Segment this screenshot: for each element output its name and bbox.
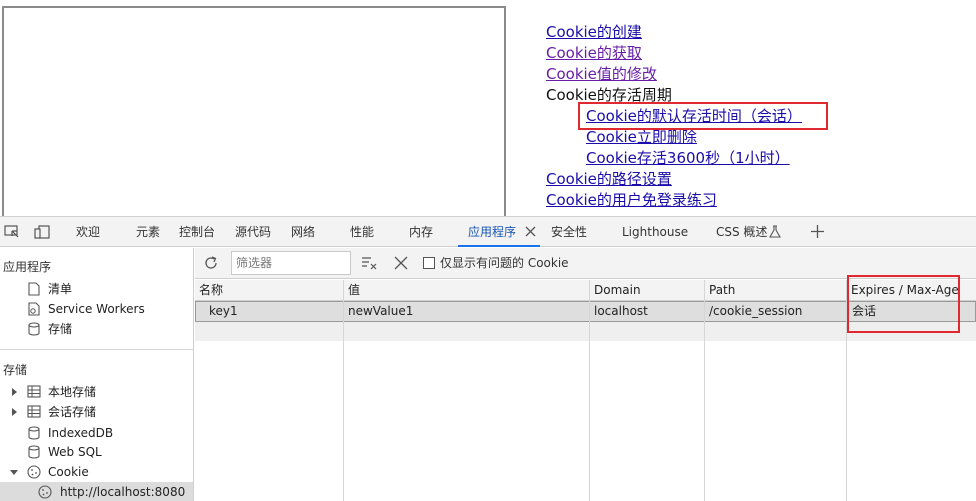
column-header-path[interactable]: Path	[705, 280, 735, 301]
tab-security[interactable]: 安全性	[551, 217, 587, 247]
database-icon	[28, 322, 40, 336]
tab-console[interactable]: 控制台	[179, 217, 215, 247]
devtools-tabbar: 欢迎 元素 控制台 源代码 网络 性能 内存 应用程序 安全性 Lighthou…	[0, 216, 976, 247]
sidebar-item-label: 本地存储	[48, 385, 97, 399]
tab-network[interactable]: 网络	[291, 217, 315, 247]
tab-css-overview[interactable]: CSS 概述	[716, 217, 767, 247]
sidebar-item-label: IndexedDB	[48, 426, 114, 440]
sidebar-item-storage[interactable]: 存储	[0, 319, 193, 339]
only-issues-checkbox[interactable]	[423, 257, 435, 269]
sidebar-item-cookie-origin[interactable]: http://localhost:8080	[0, 482, 193, 501]
cookie-icon	[38, 485, 52, 499]
refresh-icon[interactable]	[203, 255, 219, 271]
tab-application[interactable]: 应用程序	[468, 217, 516, 247]
cell-name: key1	[209, 304, 238, 318]
sidebar-item-label: http://localhost:8080	[60, 485, 186, 499]
filter-input[interactable]: 筛选器	[231, 251, 351, 275]
link-cookie-delete[interactable]: Cookie立即删除	[546, 127, 802, 148]
tab-welcome[interactable]: 欢迎	[76, 217, 100, 247]
database-icon	[28, 445, 40, 459]
tab-sources[interactable]: 源代码	[235, 217, 271, 247]
database-icon	[28, 426, 40, 440]
delete-all-icon[interactable]	[394, 256, 408, 270]
expand-arrow-icon[interactable]	[11, 408, 18, 416]
sidebar-item-cookie[interactable]: Cookie	[0, 462, 193, 482]
clear-filtered-icon[interactable]	[361, 256, 377, 270]
sidebar-item-manifest[interactable]: 清单	[0, 279, 193, 299]
more-tabs-plus-icon[interactable]	[810, 224, 825, 239]
column-header-value[interactable]: 值	[344, 280, 360, 301]
sidebar-item-label: Service Workers	[48, 302, 145, 316]
tab-performance[interactable]: 性能	[350, 217, 374, 247]
sidebar-section-application: 应用程序	[3, 260, 52, 274]
grid-table-icon	[27, 405, 41, 418]
link-cookie-path[interactable]: Cookie的路径设置	[546, 169, 802, 190]
sidebar-item-service-workers[interactable]: Service Workers	[0, 299, 193, 319]
link-cookie-modify[interactable]: Cookie值的修改	[546, 64, 802, 85]
sidebar-divider	[0, 349, 193, 350]
cell-domain: localhost	[594, 304, 648, 318]
sidebar-item-session-storage[interactable]: 会话存储	[0, 402, 193, 422]
link-cookie-login[interactable]: Cookie的用户免登录练习	[546, 190, 802, 211]
only-issues-label: 仅显示有问题的 Cookie	[440, 256, 569, 270]
application-sidebar: 应用程序 清单 Service Workers 存储 存储 本地存储 会话存储 …	[0, 248, 194, 501]
column-divider	[589, 280, 590, 501]
device-toolbar-icon[interactable]	[34, 225, 50, 239]
sidebar-item-label: Web SQL	[48, 445, 102, 459]
sidebar-item-label: 清单	[48, 282, 73, 296]
column-header-domain[interactable]: Domain	[590, 280, 641, 301]
column-divider	[704, 280, 705, 501]
grid-table-icon	[27, 385, 41, 398]
sidebar-item-local-storage[interactable]: 本地存储	[0, 382, 193, 402]
column-divider	[343, 280, 344, 501]
cell-path: /cookie_session	[709, 304, 803, 318]
highlight-box-link	[578, 102, 828, 130]
column-header-name[interactable]: 名称	[195, 280, 223, 301]
experiment-flask-icon	[769, 225, 781, 238]
collapse-arrow-icon[interactable]	[10, 469, 18, 476]
expand-arrow-icon[interactable]	[11, 388, 18, 396]
browser-window: Cookie的创建 Cookie的获取 Cookie值的修改 Cookie的存活…	[0, 0, 976, 501]
inspect-element-icon[interactable]	[4, 225, 20, 239]
file-icon	[28, 282, 40, 296]
cookie-icon	[27, 465, 41, 479]
close-tab-icon[interactable]	[525, 226, 536, 237]
link-cookie-create[interactable]: Cookie的创建	[546, 22, 802, 43]
sidebar-item-web-sql[interactable]: Web SQL	[0, 442, 193, 462]
link-cookie-get[interactable]: Cookie的获取	[546, 43, 802, 64]
highlight-box-expires	[847, 275, 960, 333]
embedded-frame	[2, 6, 506, 218]
sidebar-item-label: 会话存储	[48, 405, 97, 419]
active-tab-indicator	[458, 245, 540, 247]
sidebar-item-indexeddb[interactable]: IndexedDB	[0, 423, 193, 443]
tab-memory[interactable]: 内存	[409, 217, 433, 247]
tab-lighthouse[interactable]: Lighthouse	[622, 217, 688, 247]
tab-elements[interactable]: 元素	[136, 217, 160, 247]
gear-file-icon	[28, 302, 40, 316]
sidebar-item-label: 存储	[48, 322, 73, 336]
sidebar-section-storage: 存储	[3, 363, 28, 377]
cell-value: newValue1	[348, 304, 414, 318]
sidebar-item-label: Cookie	[48, 465, 89, 479]
link-cookie-3600[interactable]: Cookie存活3600秒（1小时）	[546, 148, 802, 169]
